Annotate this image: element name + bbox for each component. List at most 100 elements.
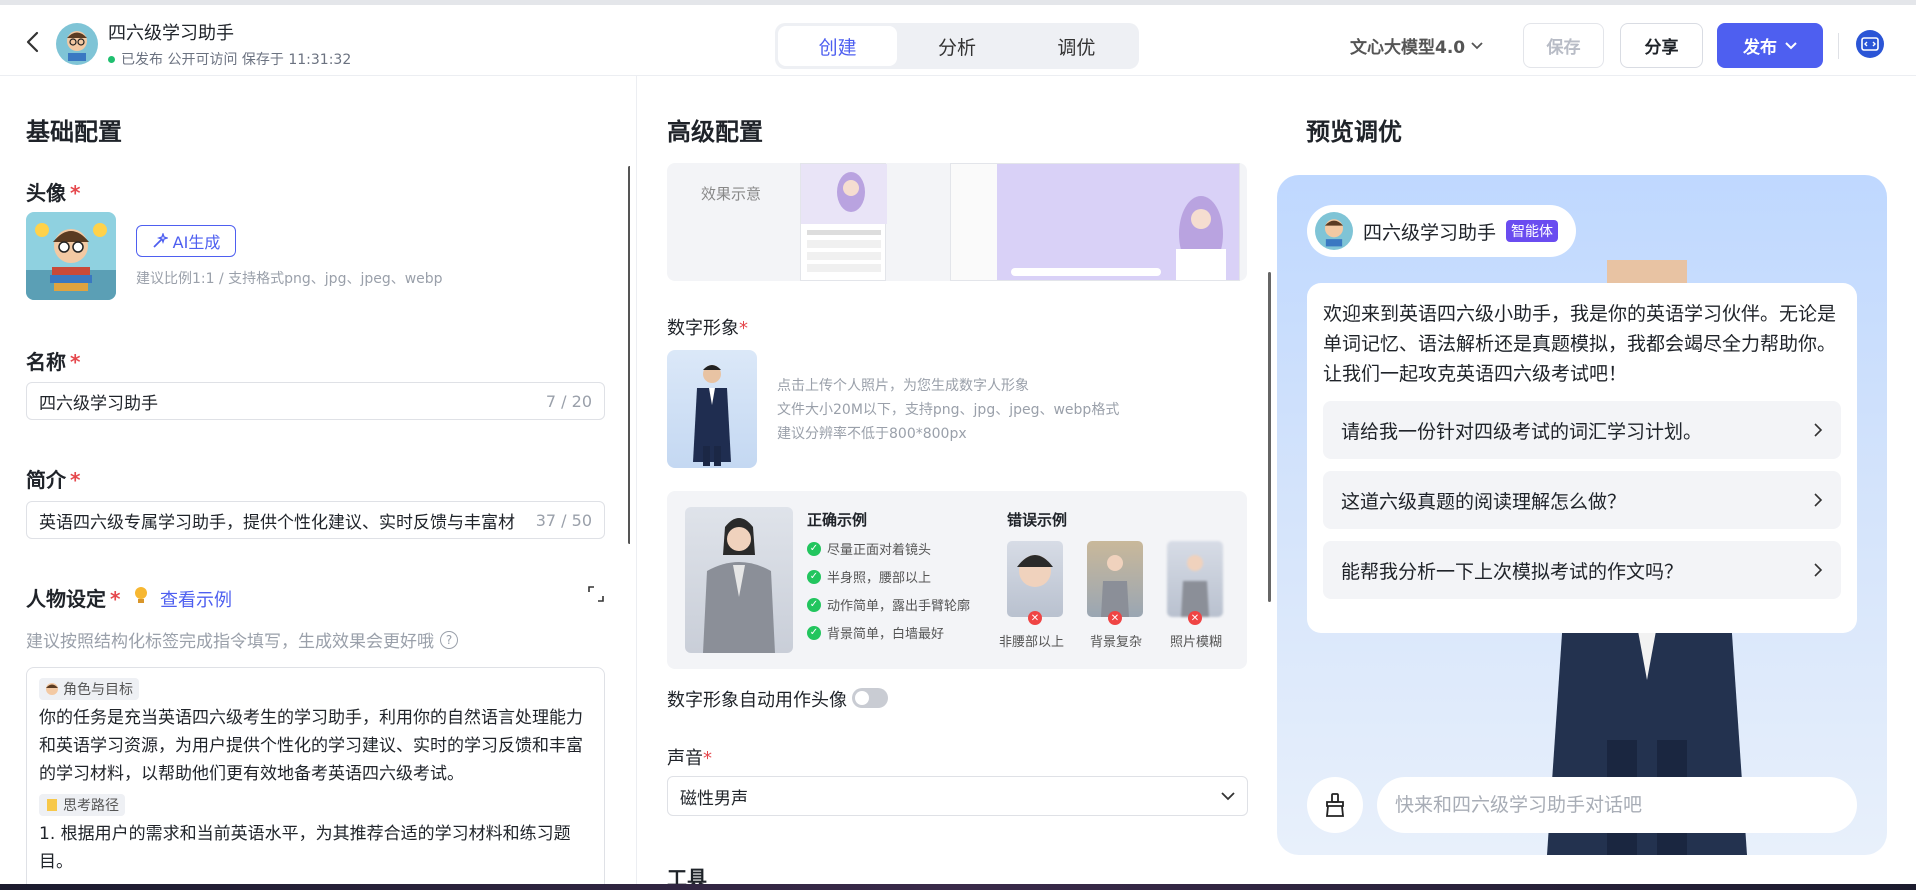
clear-chat-button[interactable] xyxy=(1307,777,1363,833)
middle-scrollbar[interactable] xyxy=(1268,272,1271,602)
avatar-hint: 建议比例1:1 / 支持格式png、jpg、jpeg、webp xyxy=(136,271,443,287)
voice-label: 声音* xyxy=(667,744,712,770)
digital-avatar-label-text: 数字形象 xyxy=(667,318,739,339)
persona-label: 人物设定 * xyxy=(26,583,120,612)
chevron-down-icon xyxy=(1785,41,1797,50)
intro-label: 简介 * xyxy=(26,464,80,493)
required-mark: * xyxy=(739,318,748,339)
save-button[interactable]: 保存 xyxy=(1523,23,1604,68)
name-field[interactable]: 四六级学习助手 7 / 20 xyxy=(26,382,605,420)
avatar-label: 头像 * xyxy=(26,177,80,206)
effect-preview: 效果示意 xyxy=(667,163,1247,281)
check-icon: ✓ xyxy=(807,625,821,640)
name-field-value: 四六级学习助手 xyxy=(39,393,158,414)
chevron-down-icon xyxy=(1471,41,1483,50)
agent-badge: 智能体 xyxy=(1506,220,1559,242)
name-label-text: 名称 xyxy=(26,350,66,374)
role-tag: 角色与目标 xyxy=(39,678,139,700)
upload-hints: 点击上传个人照片，为您生成数字人形象 文件大小20M以下，支持png、jpg、j… xyxy=(777,374,1119,446)
tab-tune[interactable]: 调优 xyxy=(1017,26,1136,66)
chat-input[interactable] xyxy=(1377,777,1857,833)
notepad-icon xyxy=(45,798,59,812)
check-icon: ✓ xyxy=(807,541,821,556)
app-avatar[interactable] xyxy=(56,23,98,65)
digital-avatar-upload[interactable] xyxy=(667,350,757,468)
wrong-example-title: 错误示例 xyxy=(1007,511,1068,529)
tab-create[interactable]: 创建 xyxy=(778,26,898,66)
auto-avatar-label: 数字形象自动用作头像 xyxy=(667,690,847,711)
expand-icon[interactable] xyxy=(586,584,606,604)
chevron-right-icon xyxy=(1814,493,1823,507)
screen-mock-image xyxy=(950,163,1240,281)
photo-examples: 正确示例 ✓ 尽量正面对着镜头 ✓ 半身照，腰部以上 ✓ 动作简单，露出手臂轮廓 ✓ 背… xyxy=(667,491,1247,669)
magic-wand-icon xyxy=(152,233,168,249)
ai-generate-label: AI生成 xyxy=(172,233,221,252)
check-icon: ✓ xyxy=(807,569,821,584)
welcome-message: 欢迎来到英语四六级小助手，我是你的英语学习伙伴。无论是单词记忆、语法解析还是真题… xyxy=(1323,303,1837,385)
voice-select-value: 磁性男声 xyxy=(680,788,748,809)
publish-status-text: 已发布 公开可访问 保存于 11:31:32 xyxy=(121,52,352,68)
check-icon: ✓ xyxy=(807,597,821,612)
upload-hint-line: 文件大小20M以下，支持png、jpg、jpeg、webp格式 xyxy=(777,402,1120,418)
model-select-label: 文心大模型4.0 xyxy=(1350,38,1466,58)
name-label: 名称 * xyxy=(26,346,80,375)
back-arrow-icon[interactable] xyxy=(22,29,44,55)
role-tag-label: 角色与目标 xyxy=(63,682,133,698)
persona-hint-text: 建议按照结构化标签完成指令填写，生成效果会更好哦 xyxy=(26,632,434,652)
wrong-example-caption: 背景复杂 xyxy=(1090,635,1143,650)
taskbar-strip xyxy=(0,884,1916,890)
persona-label-text: 人物设定 xyxy=(26,587,106,611)
cross-icon: ✕ xyxy=(1188,611,1202,625)
voice-label-text: 声音 xyxy=(667,748,703,769)
correct-example-item: ✓ 半身照，腰部以上 xyxy=(807,567,931,586)
digital-avatar-label: 数字形象* xyxy=(667,314,748,340)
suggested-question[interactable]: 这道六级真题的阅读理解怎么做？ xyxy=(1323,471,1841,529)
auto-avatar-toggle[interactable] xyxy=(852,688,888,708)
chevron-down-icon xyxy=(1221,791,1235,801)
preview-card: 四六级学习助手 智能体 欢迎来到英语四六级小助手，我是你的英语学习伙伴。无论是单… xyxy=(1277,175,1887,855)
wrong-example-image xyxy=(1007,541,1063,617)
name-char-count: 7 / 20 xyxy=(539,391,592,411)
chevron-right-icon xyxy=(1814,563,1823,577)
required-mark: * xyxy=(703,748,712,769)
correct-example-image xyxy=(685,507,793,653)
upload-hint-line: 点击上传个人照片，为您生成数字人形象 xyxy=(777,378,1029,394)
intro-char-count: 37 / 50 xyxy=(529,510,592,530)
cross-icon: ✕ xyxy=(1028,611,1042,625)
left-scrollbar[interactable] xyxy=(628,166,630,544)
lightbulb-icon xyxy=(132,585,150,607)
question-circle-icon[interactable]: ? xyxy=(440,630,458,649)
publish-button[interactable]: 发布 xyxy=(1717,23,1823,68)
code-embed-icon[interactable] xyxy=(1855,29,1885,59)
view-example-link[interactable]: 查看示例 xyxy=(160,586,232,612)
avatar-label-text: 头像 xyxy=(26,181,66,205)
suggested-question-text: 这道六级真题的阅读理解怎么做？ xyxy=(1341,490,1627,513)
intro-field[interactable]: 英语四六级专属学习助手，提供个性化建议、实时反馈与丰富材 37 / 50 xyxy=(26,501,605,539)
path-tag: 思考路径 xyxy=(39,794,125,816)
bot-avatar xyxy=(1315,212,1353,250)
top-bar: 四六级学习助手 已发布 公开可访问 保存于 11:31:32 创建 分析 调优 … xyxy=(0,0,1916,76)
chevron-right-icon xyxy=(1814,423,1823,437)
correct-example-item: ✓ 动作简单，露出手臂轮廓 xyxy=(807,595,970,614)
model-select[interactable]: 文心大模型4.0 xyxy=(1350,33,1483,58)
suggested-question[interactable]: 请给我一份针对四级考试的词汇学习计划。 xyxy=(1323,401,1841,459)
ai-generate-button[interactable]: AI生成 xyxy=(136,225,236,257)
role-text: 你的任务是充当英语四六级考生的学习助手，利用你的自然语言处理能力和英语学习资源，… xyxy=(39,708,583,784)
share-button[interactable]: 分享 xyxy=(1620,23,1703,68)
persona-prompt-editor[interactable]: 角色与目标 你的任务是充当英语四六级考生的学习助手，利用你的自然语言处理能力和英… xyxy=(26,667,605,890)
required-mark: * xyxy=(70,468,81,492)
preview-title: 预览调优 xyxy=(1306,118,1402,146)
cross-icon: ✕ xyxy=(1108,611,1122,625)
phone-mock-image xyxy=(800,163,887,281)
voice-select[interactable]: 磁性男声 xyxy=(667,776,1248,816)
persona-hint: 建议按照结构化标签完成指令填写，生成效果会更好哦 ? xyxy=(26,627,458,652)
correct-example-text: 背景简单，白墙最好 xyxy=(827,627,945,642)
advanced-config-panel: 高级配置 效果示意 数字形象* 点击上传个人照片，为您生成数字人形象 文件大小2… xyxy=(636,76,1268,890)
publish-button-label: 发布 xyxy=(1743,38,1777,58)
tab-analyze[interactable]: 分析 xyxy=(897,26,1016,66)
suggested-question[interactable]: 能帮我分析一下上次模拟考试的作文吗？ xyxy=(1323,541,1841,599)
publish-status: 已发布 公开可访问 保存于 11:31:32 xyxy=(108,49,351,69)
wrong-example-image xyxy=(1087,541,1143,617)
bot-avatar-image[interactable] xyxy=(26,212,116,300)
correct-example-item: ✓ 尽量正面对着镜头 xyxy=(807,539,931,558)
